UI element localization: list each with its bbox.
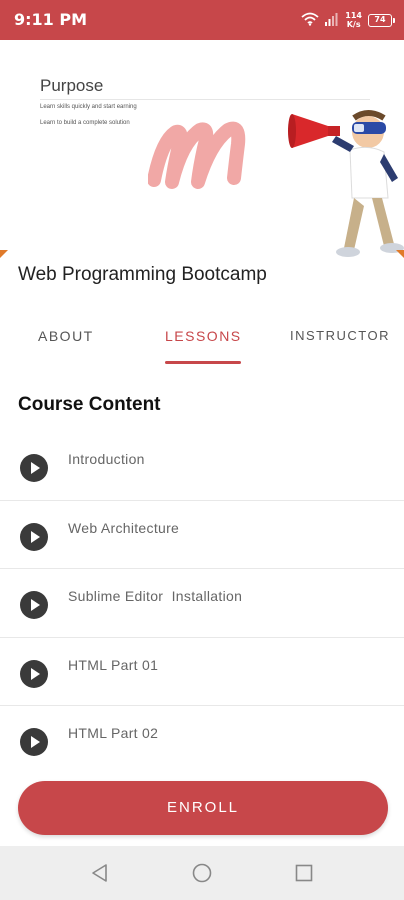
- lesson-item[interactable]: Introduction: [0, 432, 404, 501]
- lesson-item[interactable]: HTML Part 02: [0, 706, 404, 775]
- banner-corner-left: [0, 250, 8, 258]
- course-banner: Purpose Learn skills quickly and start e…: [0, 40, 404, 262]
- lesson-item[interactable]: HTML Part 01: [0, 638, 404, 706]
- battery-icon: 74: [368, 13, 395, 27]
- lesson-list: Introduction Web Architecture Sublime Ed…: [0, 432, 404, 775]
- enroll-button[interactable]: ENROLL: [18, 781, 388, 835]
- banner-corner-right: [396, 250, 404, 258]
- lesson-label: HTML Part 02: [68, 725, 159, 741]
- home-circle-icon[interactable]: [192, 863, 212, 883]
- banner-line-2: Learn to build a complete solution: [40, 120, 130, 126]
- play-icon[interactable]: [20, 454, 48, 482]
- banner-divider: [40, 99, 370, 100]
- lesson-item[interactable]: Web Architecture: [0, 501, 404, 569]
- boy-megaphone-illustration: [288, 110, 404, 257]
- lesson-label: Introduction: [68, 451, 145, 467]
- status-time: 9:11 PM: [14, 10, 88, 29]
- lesson-label: Web Architecture: [68, 519, 180, 536]
- network-speed-unit: K/s: [346, 20, 361, 29]
- play-icon[interactable]: [20, 591, 48, 619]
- course-content-heading: Course Content: [18, 394, 161, 415]
- system-nav-bar: [0, 846, 404, 900]
- lesson-label: HTML Part 01: [68, 656, 159, 673]
- tab-about[interactable]: ABOUT: [38, 328, 94, 344]
- tab-bar: ABOUT LESSONS INSTRUCTOR: [0, 316, 404, 366]
- signal-icon: [325, 11, 339, 30]
- network-speed: 114 K/s: [345, 11, 362, 29]
- course-title: Web Programming Bootcamp: [18, 264, 267, 285]
- play-icon[interactable]: [20, 522, 48, 551]
- banner-heading: Purpose: [40, 76, 104, 95]
- banner-line-1: Learn skills quickly and start earning: [40, 104, 137, 110]
- status-icons: 114 K/s 74: [301, 9, 395, 31]
- recent-square-icon[interactable]: [294, 863, 314, 883]
- brand-m-mark: [148, 121, 246, 189]
- active-tab-indicator: [165, 361, 241, 364]
- play-icon[interactable]: [20, 659, 48, 688]
- lesson-label: Sublime Editor Installation: [68, 588, 243, 604]
- tab-instructor[interactable]: INSTRUCTOR: [290, 328, 390, 343]
- status-bar: 9:11 PM 114 K/s 74: [0, 0, 404, 40]
- wifi-icon: [301, 11, 319, 30]
- network-speed-value: 114: [345, 11, 362, 20]
- tab-lessons[interactable]: LESSONS: [165, 328, 242, 344]
- lesson-item[interactable]: Sublime Editor Installation: [0, 569, 404, 638]
- back-triangle-icon[interactable]: [90, 863, 110, 883]
- play-icon[interactable]: [20, 728, 48, 756]
